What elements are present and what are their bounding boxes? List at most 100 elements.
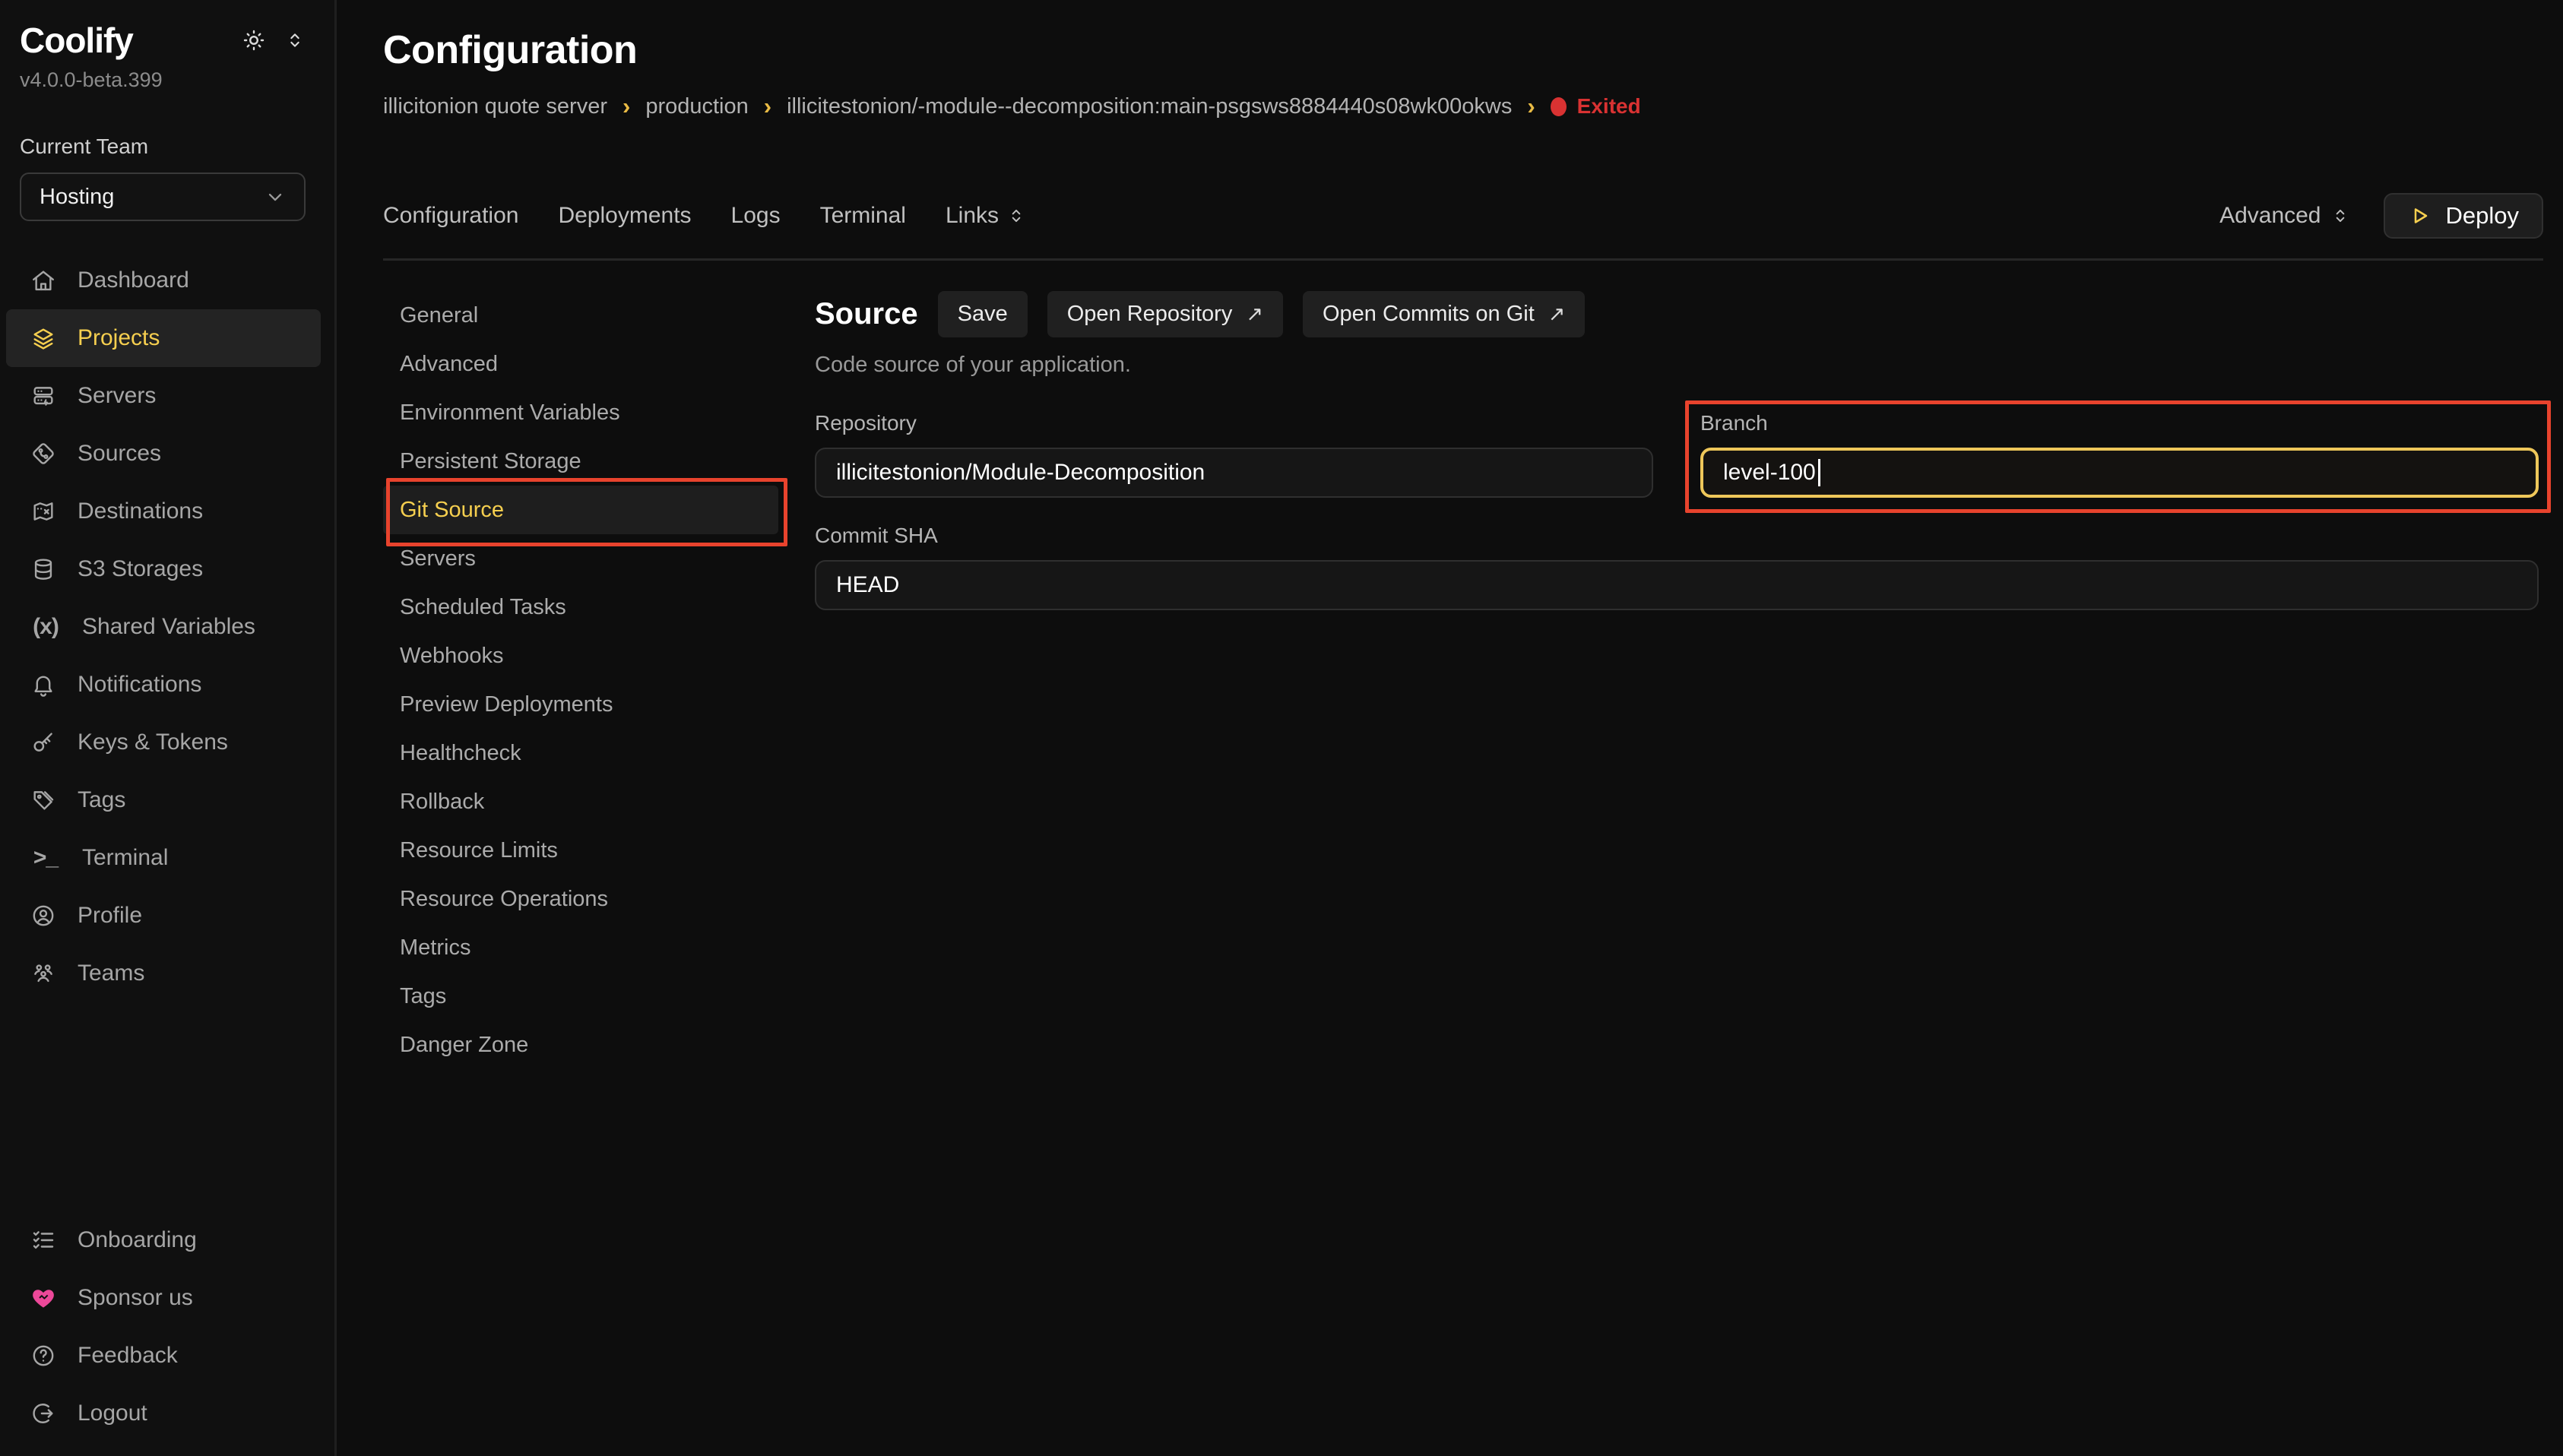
subnav-item-resource-operations[interactable]: Resource Operations — [383, 875, 778, 923]
sidebar-item-label: Dashboard — [78, 267, 189, 293]
subnav-item-preview-deployments[interactable]: Preview Deployments — [383, 680, 778, 729]
chevron-up-down-icon — [1006, 206, 1026, 226]
sidebar-item-tags[interactable]: Tags — [6, 771, 321, 829]
subnav-item-tags[interactable]: Tags — [383, 972, 778, 1021]
sidebar-item-label: Feedback — [78, 1343, 178, 1369]
sidebar-nav: Dashboard Projects Servers Sources Desti… — [0, 252, 334, 1002]
sidebar-item-label: Sponsor us — [78, 1285, 193, 1311]
home-icon — [30, 267, 56, 293]
sidebar-item-s3-storages[interactable]: S3 Storages — [6, 540, 321, 598]
save-label: Save — [958, 302, 1008, 327]
branch-input[interactable]: level-100 — [1700, 448, 2539, 498]
subnav-item-danger-zone[interactable]: Danger Zone — [383, 1021, 778, 1069]
breadcrumb-environment[interactable]: production — [645, 94, 748, 119]
repository-label: Repository — [815, 411, 1653, 435]
open-repository-button[interactable]: Open Repository ↗ — [1047, 291, 1283, 337]
layers-icon — [30, 325, 56, 351]
sidebar-item-servers[interactable]: Servers — [6, 367, 321, 425]
play-icon — [2408, 204, 2431, 227]
sidebar-item-dashboard[interactable]: Dashboard — [6, 252, 321, 309]
sidebar-item-label: Onboarding — [78, 1227, 197, 1253]
tag-icon — [30, 787, 56, 813]
subnav-item-scheduled-tasks[interactable]: Scheduled Tasks — [383, 583, 778, 631]
sidebar-item-terminal[interactable]: >_ Terminal — [6, 829, 321, 887]
content-row: General Advanced Environment Variables P… — [383, 291, 2543, 1069]
sidebar-item-teams[interactable]: Teams — [6, 945, 321, 1002]
team-select-value: Hosting — [40, 185, 114, 210]
git-source-panel: Source Save Open Repository ↗ Open Commi… — [778, 291, 2543, 1069]
sidebar-footer: Onboarding Sponsor us Feedback Logout — [0, 1211, 334, 1442]
breadcrumb-project[interactable]: illicitonion quote server — [383, 94, 607, 119]
git-source-icon — [30, 441, 56, 467]
sidebar-item-destinations[interactable]: Destinations — [6, 483, 321, 540]
advanced-label: Advanced — [2219, 203, 2321, 229]
tab-configuration[interactable]: Configuration — [383, 203, 518, 229]
breadcrumb-resource[interactable]: illicitestonion/-module--decomposition:m… — [787, 94, 1512, 119]
open-commits-label: Open Commits on Git — [1323, 302, 1535, 327]
logo-icons — [242, 28, 306, 52]
sidebar-item-projects[interactable]: Projects — [6, 309, 321, 367]
status-text: Exited — [1577, 94, 1641, 119]
subnav-item-healthcheck[interactable]: Healthcheck — [383, 729, 778, 777]
subnav-item-advanced[interactable]: Advanced — [383, 340, 778, 388]
team-select[interactable]: Hosting — [20, 173, 306, 221]
sidebar-item-onboarding[interactable]: Onboarding — [6, 1211, 321, 1269]
branch-field: Branch level-100 — [1700, 411, 2539, 498]
sidebar-item-logout[interactable]: Logout — [6, 1385, 321, 1442]
main-content: Configuration illicitonion quote server … — [339, 0, 2563, 1456]
tab-terminal[interactable]: Terminal — [820, 203, 906, 229]
sidebar-item-label: Keys & Tokens — [78, 730, 228, 755]
save-button[interactable]: Save — [938, 291, 1028, 337]
sidebar-item-profile[interactable]: Profile — [6, 887, 321, 945]
sidebar-item-label: Destinations — [78, 499, 203, 524]
chevron-up-down-icon — [2330, 206, 2350, 226]
current-team-label: Current Team — [0, 135, 334, 159]
sidebar-item-shared-variables[interactable]: (x) Shared Variables — [6, 598, 321, 656]
subnav-item-servers[interactable]: Servers — [383, 534, 778, 583]
advanced-dropdown[interactable]: Advanced — [2219, 203, 2349, 229]
help-circle-icon — [30, 1343, 56, 1369]
subnav-item-resource-limits[interactable]: Resource Limits — [383, 826, 778, 875]
bell-icon — [30, 672, 56, 698]
subnav-item-environment-variables[interactable]: Environment Variables — [383, 388, 778, 437]
status-dot-icon — [1551, 97, 1567, 116]
breadcrumb: illicitonion quote server › production ›… — [383, 93, 2543, 120]
text-cursor — [1818, 459, 1820, 486]
subnav-item-webhooks[interactable]: Webhooks — [383, 631, 778, 680]
logo-row: Coolify — [0, 20, 334, 61]
commit-sha-input[interactable] — [815, 560, 2539, 610]
subnav-item-general[interactable]: General — [383, 291, 778, 340]
user-circle-icon — [30, 903, 56, 929]
source-description: Code source of your application. — [815, 353, 2539, 378]
chevron-down-icon — [265, 186, 286, 207]
theme-sun-icon[interactable] — [242, 28, 266, 52]
deploy-button[interactable]: Deploy — [2384, 193, 2544, 239]
sidebar-item-label: Profile — [78, 903, 142, 929]
subnav-item-metrics[interactable]: Metrics — [383, 923, 778, 972]
map-icon — [30, 499, 56, 524]
subnav-item-persistent-storage[interactable]: Persistent Storage — [383, 437, 778, 486]
repository-input[interactable] — [815, 448, 1653, 498]
subnav-item-git-source[interactable]: Git Source — [383, 486, 778, 534]
terminal-icon: >_ — [30, 845, 61, 871]
subnav-item-rollback[interactable]: Rollback — [383, 777, 778, 826]
tab-links-label: Links — [946, 203, 999, 229]
tab-logs[interactable]: Logs — [731, 203, 781, 229]
sidebar-item-sources[interactable]: Sources — [6, 425, 321, 483]
sidebar-item-keys-tokens[interactable]: Keys & Tokens — [6, 714, 321, 771]
tab-bar-right: Advanced Deploy — [2219, 193, 2543, 239]
font-size-selector-icon[interactable] — [284, 30, 306, 51]
tab-bar: Configuration Deployments Logs Terminal … — [383, 193, 2543, 239]
open-commits-button[interactable]: Open Commits on Git ↗ — [1303, 291, 1585, 337]
tab-links[interactable]: Links — [946, 203, 1026, 229]
branch-value: level-100 — [1723, 460, 1816, 486]
sidebar-item-label: Notifications — [78, 672, 201, 698]
sidebar-item-notifications[interactable]: Notifications — [6, 656, 321, 714]
server-icon — [30, 383, 56, 409]
chevron-right-icon: › — [764, 93, 771, 120]
subnav-git-source-wrap: Git Source — [383, 486, 778, 534]
tab-deployments[interactable]: Deployments — [558, 203, 691, 229]
sidebar-item-sponsor-us[interactable]: Sponsor us — [6, 1269, 321, 1327]
sidebar-item-feedback[interactable]: Feedback — [6, 1327, 321, 1385]
sidebar-item-label: Shared Variables — [82, 614, 255, 640]
